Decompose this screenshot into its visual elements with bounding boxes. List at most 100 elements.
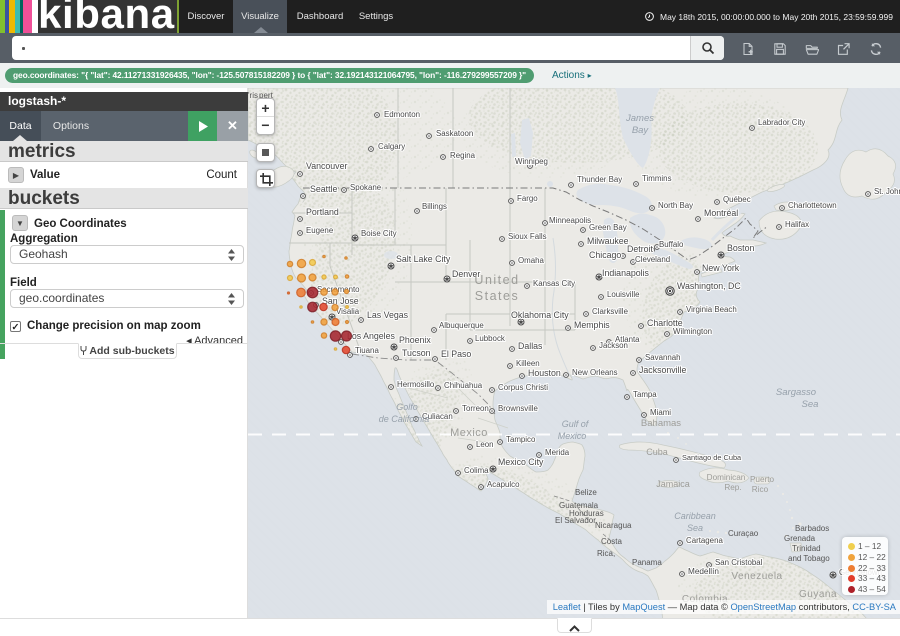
svg-text:Seattle: Seattle: [310, 184, 337, 194]
svg-text:Leon: Leon: [476, 440, 494, 449]
svg-text:de California: de California: [379, 414, 430, 424]
svg-text:Sargasso: Sargasso: [776, 387, 816, 398]
svg-text:Jamaica: Jamaica: [656, 479, 690, 489]
svg-text:Buffalo: Buffalo: [659, 240, 684, 249]
svg-text:Timmins: Timmins: [642, 174, 672, 183]
svg-text:Golfo: Golfo: [396, 402, 418, 412]
svg-text:El Salvador: El Salvador: [555, 516, 596, 525]
svg-text:Sioux Falls: Sioux Falls: [508, 232, 547, 241]
svg-text:Venezuela: Venezuela: [731, 571, 782, 582]
svg-text:Vancouver: Vancouver: [306, 161, 347, 171]
svg-text:Puerto: Puerto: [750, 475, 775, 484]
svg-text:Cartagena: Cartagena: [686, 536, 723, 545]
svg-text:Tampico: Tampico: [506, 435, 536, 444]
svg-text:Curaçao: Curaçao: [728, 529, 759, 538]
svg-text:Rica,: Rica,: [597, 549, 615, 558]
svg-text:Houston: Houston: [528, 368, 561, 378]
svg-text:Oklahoma City: Oklahoma City: [511, 310, 569, 320]
svg-text:Tampa: Tampa: [633, 390, 657, 399]
svg-text:Bay: Bay: [632, 125, 650, 136]
svg-text:San Jose: San Jose: [322, 296, 359, 306]
svg-text:Virginia Beach: Virginia Beach: [686, 305, 737, 314]
svg-text:Kansas City: Kansas City: [533, 279, 575, 288]
svg-text:Saskatoon: Saskatoon: [436, 129, 473, 138]
svg-text:New York: New York: [702, 263, 740, 273]
svg-text:Wilmington: Wilmington: [673, 327, 712, 336]
svg-text:Minneapolis: Minneapolis: [549, 216, 591, 225]
svg-text:Bahamas: Bahamas: [641, 418, 681, 429]
svg-text:Savannah: Savannah: [645, 353, 681, 362]
svg-text:Green Bay: Green Bay: [589, 223, 627, 232]
svg-text:San Cristobal: San Cristobal: [715, 558, 763, 567]
svg-text:Santiago de Cuba: Santiago de Cuba: [682, 453, 742, 462]
svg-text:Albuquerque: Albuquerque: [439, 321, 484, 330]
svg-text:Louisville: Louisville: [607, 290, 640, 299]
svg-text:Sea: Sea: [802, 399, 819, 410]
svg-text:Regina: Regina: [450, 151, 476, 160]
svg-text:Washington, DC: Washington, DC: [677, 281, 741, 291]
svg-text:Phoenix: Phoenix: [399, 335, 431, 345]
svg-text:Edmonton: Edmonton: [384, 110, 420, 119]
svg-text:Los Angeles: Los Angeles: [347, 331, 396, 341]
svg-text:Clarksville: Clarksville: [592, 307, 629, 316]
svg-text:Québec: Québec: [723, 195, 751, 204]
svg-text:Las Vegas: Las Vegas: [367, 310, 409, 320]
svg-text:Dallas: Dallas: [518, 341, 543, 351]
svg-text:Corpus Christi: Corpus Christi: [498, 383, 548, 392]
svg-text:Eugene: Eugene: [306, 226, 334, 235]
svg-text:Spokane: Spokane: [350, 183, 382, 192]
svg-text:Fargo: Fargo: [517, 194, 538, 203]
svg-text:North Bay: North Bay: [658, 201, 693, 210]
svg-text:Miami: Miami: [650, 408, 671, 417]
svg-text:Omaha: Omaha: [518, 256, 544, 265]
svg-text:Memphis: Memphis: [574, 320, 610, 330]
svg-text:Lubbock: Lubbock: [475, 334, 505, 343]
svg-text:Gulf of: Gulf of: [562, 419, 590, 429]
svg-text:Hermosillo: Hermosillo: [397, 380, 435, 389]
svg-text:Calgary: Calgary: [378, 142, 405, 151]
svg-text:Costa: Costa: [601, 537, 622, 546]
svg-text:St. John: St. John: [874, 187, 900, 196]
svg-text:Brownsville: Brownsville: [498, 404, 539, 413]
svg-text:Labrador City: Labrador City: [758, 118, 805, 127]
svg-text:Boston: Boston: [727, 243, 754, 253]
svg-text:Mexico City: Mexico City: [498, 457, 544, 467]
svg-text:Panama: Panama: [632, 558, 662, 567]
svg-text:Jacksonville: Jacksonville: [639, 365, 687, 375]
svg-text:United: United: [474, 273, 519, 287]
svg-text:Chihuahua: Chihuahua: [444, 381, 483, 390]
svg-text:Portland: Portland: [306, 207, 339, 217]
svg-text:and Tobago: and Tobago: [788, 554, 830, 563]
svg-text:Mexico: Mexico: [558, 431, 587, 441]
svg-text:Jackson: Jackson: [599, 341, 628, 350]
svg-text:Dominican: Dominican: [707, 473, 746, 482]
svg-text:New Orleans: New Orleans: [572, 368, 618, 377]
svg-text:Rep.: Rep.: [724, 483, 741, 492]
svg-text:States: States: [475, 289, 519, 303]
svg-text:Milwaukee: Milwaukee: [587, 236, 629, 246]
svg-text:Boise City: Boise City: [361, 229, 397, 238]
svg-text:Rico: Rico: [752, 485, 769, 494]
svg-text:Torreon: Torreon: [462, 404, 489, 413]
svg-text:Caribbean: Caribbean: [674, 511, 716, 521]
svg-text:Cleveland: Cleveland: [635, 255, 670, 264]
svg-text:Halifax: Halifax: [785, 220, 809, 229]
svg-text:El Paso: El Paso: [441, 349, 471, 359]
svg-text:Acapulco: Acapulco: [487, 480, 520, 489]
svg-text:Detroit: Detroit: [627, 244, 653, 254]
svg-text:Merida: Merida: [545, 448, 570, 457]
svg-text:Barbados: Barbados: [795, 524, 829, 533]
svg-text:Charlottetown: Charlottetown: [788, 201, 837, 210]
svg-text:Chicago: Chicago: [589, 250, 621, 260]
svg-text:Sea: Sea: [687, 523, 703, 533]
svg-text:Killeen: Killeen: [516, 359, 540, 368]
svg-text:Indianapolis: Indianapolis: [602, 268, 650, 278]
svg-text:Belize: Belize: [575, 488, 597, 497]
svg-text:Billings: Billings: [422, 202, 447, 211]
svg-text:Mexico: Mexico: [450, 427, 488, 439]
svg-text:James: James: [625, 113, 654, 124]
svg-text:Winnipeg: Winnipeg: [515, 157, 548, 166]
svg-text:Montréal: Montréal: [704, 208, 738, 218]
svg-text:Salt Lake City: Salt Lake City: [396, 254, 451, 264]
svg-text:Colima: Colima: [464, 466, 489, 475]
